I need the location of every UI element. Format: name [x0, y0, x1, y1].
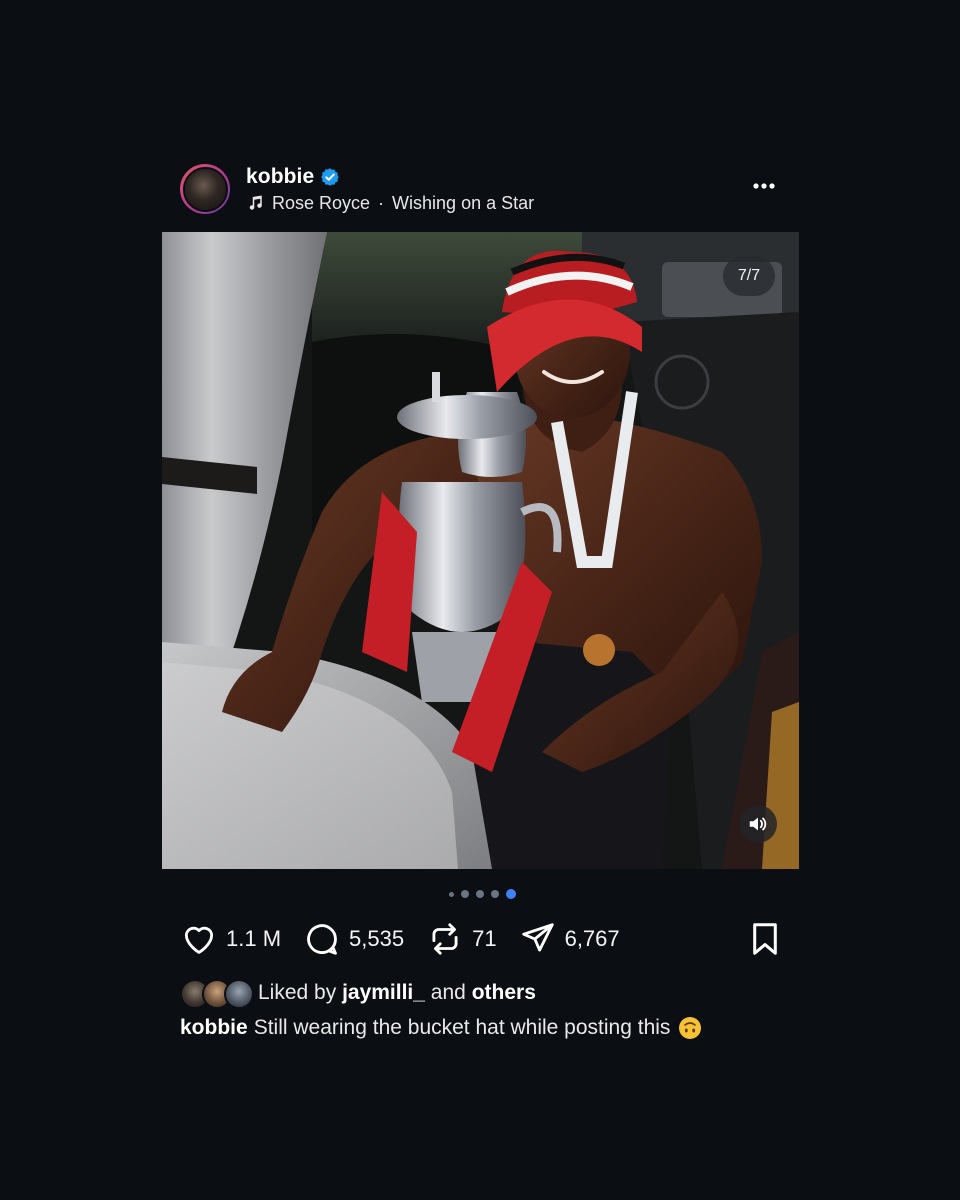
username-row: kobbie	[246, 164, 340, 190]
repost-button[interactable]: 71	[426, 920, 497, 958]
carousel-dot	[491, 890, 499, 898]
liked-by-avatars	[180, 978, 254, 1009]
photo-illustration	[162, 232, 799, 869]
like-button[interactable]: 1.1 M	[180, 920, 281, 958]
music-artist: Rose Royce	[272, 192, 371, 213]
comment-button[interactable]: 5,535	[303, 920, 404, 958]
caption-text: Still wearing the bucket hat while posti…	[253, 1016, 671, 1039]
liked-by-prefix: Liked by	[258, 981, 337, 1004]
bookmark-icon[interactable]	[746, 920, 784, 958]
carousel-indicator	[162, 888, 799, 900]
avatar	[224, 979, 254, 1009]
liked-by-others[interactable]: others	[472, 981, 536, 1005]
music-note-icon	[249, 195, 262, 210]
post-card: kobbie Rose Royce · Wishing on a Star 7/…	[162, 0, 799, 1200]
share-icon	[521, 923, 554, 952]
carousel-dot-active	[506, 889, 516, 899]
username[interactable]: kobbie	[246, 165, 314, 189]
verified-badge-icon	[321, 168, 340, 186]
repost-count: 71	[472, 926, 497, 951]
music-info[interactable]: Rose Royce · Wishing on a Star	[246, 191, 534, 215]
more-icon[interactable]	[750, 176, 778, 196]
music-title: Wishing on a Star	[392, 192, 535, 213]
carousel-dot	[476, 890, 484, 898]
caption-username[interactable]: kobbie	[180, 1016, 248, 1040]
comment-icon	[307, 924, 337, 955]
carousel-dot	[449, 891, 454, 897]
post-header: kobbie Rose Royce · Wishing on a Star	[180, 164, 780, 216]
liked-by-user[interactable]: jaymilli_	[342, 981, 425, 1005]
share-button[interactable]: 6,767	[519, 920, 620, 958]
sound-button[interactable]	[739, 805, 777, 843]
share-count: 6,767	[564, 926, 620, 951]
liked-by-conjunction: and	[430, 981, 466, 1004]
image-counter: 7/7	[723, 256, 775, 296]
comment-count: 5,535	[349, 926, 405, 951]
repost-icon	[432, 923, 458, 955]
heart-icon	[184, 926, 214, 954]
liked-by-row[interactable]: Liked by jaymilli_ and others	[180, 977, 536, 1009]
caption: kobbie Still wearing the bucket hat whil…	[180, 1013, 702, 1043]
music-separator: ·	[378, 192, 385, 213]
sound-icon	[749, 817, 767, 831]
profile-avatar[interactable]	[180, 164, 230, 214]
carousel-dot	[461, 890, 469, 898]
post-photo[interactable]: 7/7	[162, 232, 799, 869]
action-bar: 1.1 M 5,535 71 6,767	[180, 918, 780, 960]
upside-down-face-icon	[679, 1017, 702, 1039]
like-count: 1.1 M	[226, 926, 282, 951]
